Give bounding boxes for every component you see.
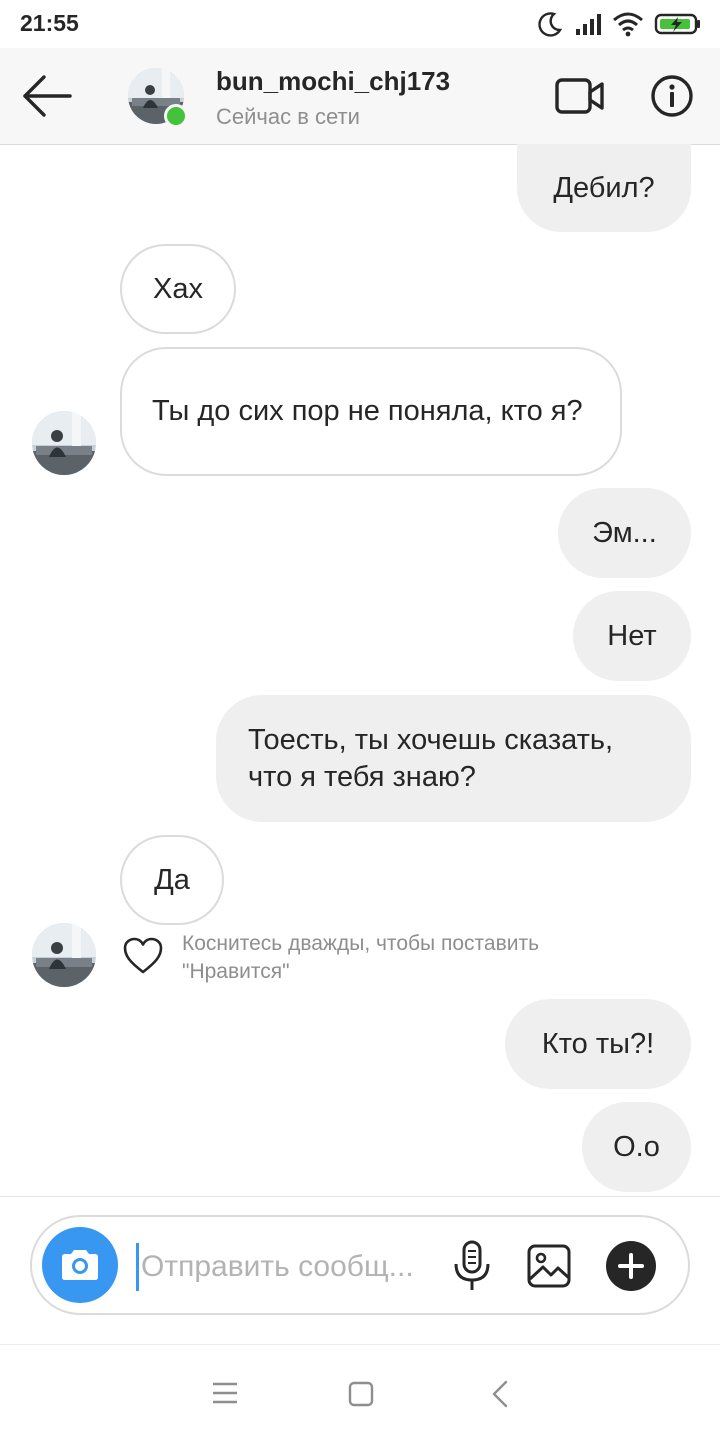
status-time: 21:55 xyxy=(20,10,79,36)
message-outgoing[interactable]: Эм... xyxy=(558,488,691,578)
message-outgoing[interactable]: Дебил? xyxy=(517,144,691,232)
chat-username[interactable]: bun_mochi_chj173 xyxy=(216,66,450,97)
gallery-button[interactable] xyxy=(526,1243,572,1289)
arrow-left-icon xyxy=(23,75,72,117)
online-status: Сейчас в сети xyxy=(216,104,360,129)
camera-button[interactable] xyxy=(42,1227,118,1303)
message-outgoing[interactable]: Нет xyxy=(573,591,691,681)
recent-apps-button[interactable] xyxy=(212,1381,238,1405)
moon-icon xyxy=(538,12,563,37)
microphone-button[interactable] xyxy=(450,1239,494,1293)
square-icon xyxy=(348,1381,374,1407)
back-button[interactable] xyxy=(20,72,74,120)
like-button[interactable] xyxy=(122,936,164,976)
heart-icon xyxy=(123,937,163,974)
composer-divider xyxy=(0,1196,720,1197)
menu-icon xyxy=(213,1382,237,1404)
message-outgoing[interactable]: О.о xyxy=(582,1102,691,1192)
home-button[interactable] xyxy=(348,1381,374,1407)
image-icon xyxy=(527,1244,571,1288)
message-outgoing[interactable]: Кто ты?! xyxy=(505,999,691,1089)
like-hint: Коснитесь дважды, чтобы поставить "Нрави… xyxy=(182,932,540,983)
wifi-icon xyxy=(613,12,643,37)
chat-header: bun_mochi_chj173 Сейчас в сети xyxy=(0,48,720,145)
system-back-button[interactable] xyxy=(490,1379,510,1409)
chevron-left-icon xyxy=(492,1380,508,1408)
more-button[interactable] xyxy=(606,1241,656,1291)
signal-icon xyxy=(576,14,601,35)
battery-icon xyxy=(654,13,700,35)
message-composer xyxy=(30,1215,690,1315)
info-button[interactable] xyxy=(650,74,694,118)
camera-icon xyxy=(62,1250,98,1280)
message-outgoing[interactable]: Тоесть, ты хочешь сказать, что я тебя зн… xyxy=(216,695,691,822)
message-input[interactable] xyxy=(136,1243,443,1291)
info-icon xyxy=(651,75,693,117)
sender-avatar[interactable] xyxy=(32,923,96,987)
system-nav-bar xyxy=(0,1344,720,1441)
status-icons xyxy=(536,8,702,40)
message-incoming[interactable]: Хах xyxy=(120,244,236,334)
plus-icon xyxy=(618,1253,644,1279)
video-call-button[interactable] xyxy=(554,76,606,116)
message-incoming[interactable]: Ты до сих пор не поняла, кто я? xyxy=(120,347,622,476)
status-bar: 21:55 xyxy=(0,0,720,48)
sender-avatar[interactable] xyxy=(32,411,96,475)
message-incoming[interactable]: Да xyxy=(120,835,224,925)
microphone-icon xyxy=(454,1240,490,1290)
video-camera-icon xyxy=(555,78,604,114)
online-indicator xyxy=(164,104,188,128)
